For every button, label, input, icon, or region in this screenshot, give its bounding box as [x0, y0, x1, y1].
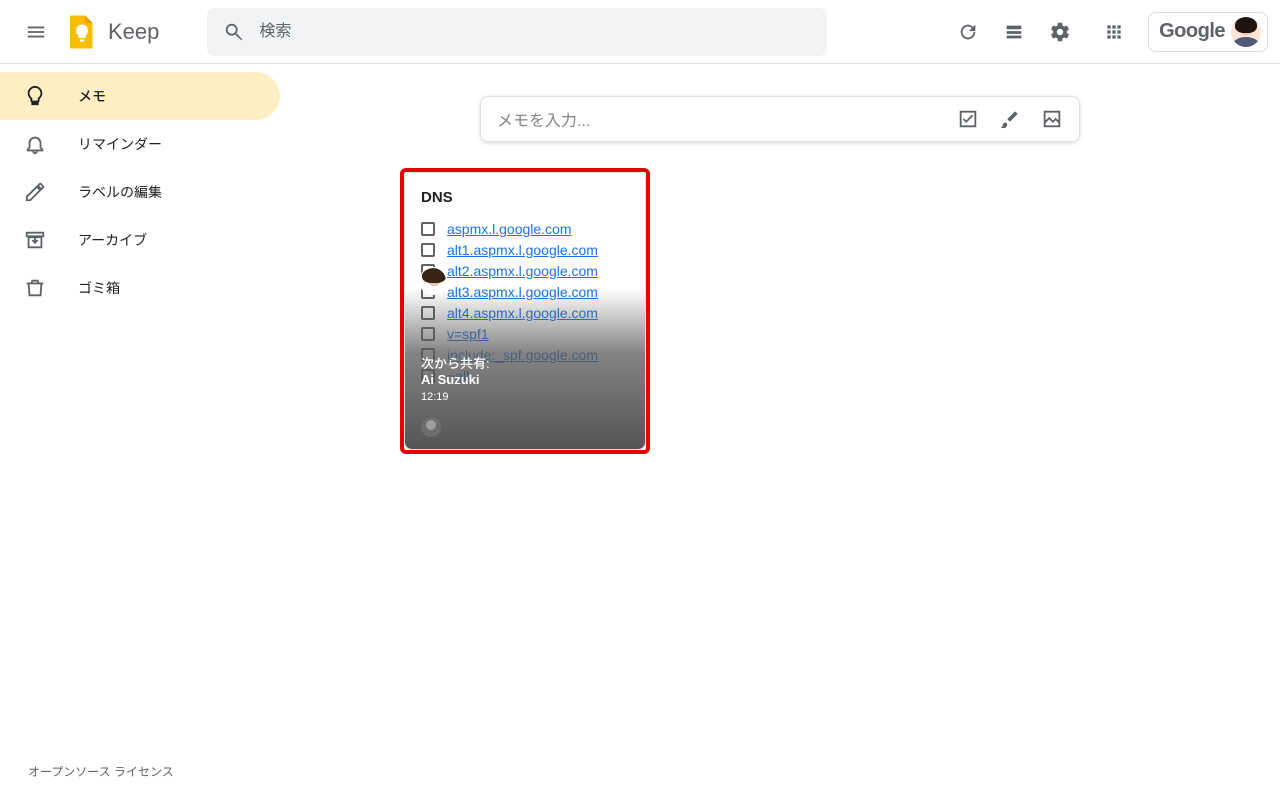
sidebar-item-label: ラベルの編集	[78, 182, 162, 202]
sidebar-item-archive[interactable]: アーカイブ	[0, 216, 280, 264]
settings-button[interactable]	[1040, 12, 1080, 52]
checkbox-icon[interactable]	[421, 306, 435, 320]
bell-icon	[24, 133, 46, 155]
search-icon	[223, 21, 245, 43]
open-source-licenses-link[interactable]: オープンソース ライセンス	[28, 763, 174, 780]
checklist-link[interactable]: alt2.aspmx.l.google.com	[447, 263, 598, 279]
pencil-icon	[24, 181, 46, 203]
checklist-item[interactable]: alt4.aspmx.l.google.com	[421, 305, 629, 321]
hamburger-icon	[25, 21, 47, 43]
app-header: Keep Google	[0, 0, 1280, 64]
sidebar-item-edit-labels[interactable]: ラベルの編集	[0, 168, 280, 216]
sidebar-item-notes[interactable]: メモ	[0, 72, 280, 120]
shared-by-avatar	[419, 267, 447, 295]
app-logo[interactable]: Keep	[64, 14, 159, 50]
apps-grid-icon	[1104, 22, 1124, 42]
sidebar-item-reminders[interactable]: リマインダー	[0, 120, 280, 168]
checklist-link[interactable]: alt3.aspmx.l.google.com	[447, 284, 598, 300]
google-apps-button[interactable]	[1094, 12, 1134, 52]
sidebar-item-label: アーカイブ	[78, 230, 147, 250]
app-name: Keep	[108, 19, 159, 45]
search-bar[interactable]	[207, 8, 827, 56]
collaborator-avatar	[421, 417, 441, 437]
checklist-item[interactable]: alt1.aspmx.l.google.com	[421, 242, 629, 258]
checkbox-icon[interactable]	[421, 243, 435, 257]
image-icon	[1041, 108, 1063, 130]
checkbox-icon[interactable]	[421, 222, 435, 236]
shared-time: 12:19	[421, 391, 629, 403]
checklist-item[interactable]: alt3.aspmx.l.google.com	[421, 284, 629, 300]
note-composer[interactable]: メモを入力...	[480, 96, 1080, 142]
google-logo-text: Google	[1159, 20, 1225, 43]
new-list-button[interactable]	[957, 108, 979, 130]
checklist-item[interactable]: alt2.aspmx.l.google.com	[421, 263, 629, 279]
sidebar-item-trash[interactable]: ゴミ箱	[0, 264, 280, 312]
gear-icon	[1049, 21, 1071, 43]
lightbulb-icon	[24, 85, 46, 107]
annotation-highlight-box: DNS aspmx.l.google.com alt1.aspmx.l.goog…	[400, 168, 650, 454]
main-area: メモを入力... DNS aspmx.l.google.com alt1.asp…	[280, 64, 1280, 800]
brush-icon	[999, 108, 1021, 130]
list-view-icon	[1003, 21, 1025, 43]
note-title: DNS	[405, 173, 645, 216]
refresh-button[interactable]	[948, 12, 988, 52]
checklist-link[interactable]: alt1.aspmx.l.google.com	[447, 242, 598, 258]
keep-logo-icon	[64, 14, 100, 50]
new-image-note-button[interactable]	[1041, 108, 1063, 130]
archive-icon	[24, 229, 46, 251]
header-actions: Google	[948, 12, 1268, 52]
checklist-link[interactable]: aspmx.l.google.com	[447, 221, 572, 237]
sidebar-item-label: メモ	[78, 86, 106, 106]
account-avatar	[1231, 17, 1261, 47]
main-menu-button[interactable]	[16, 12, 56, 52]
shared-by-name: Ai Suzuki	[421, 372, 629, 387]
shared-from-label: 次から共有:	[421, 353, 629, 372]
checklist-item[interactable]: aspmx.l.google.com	[421, 221, 629, 237]
trash-icon	[24, 277, 46, 299]
sidebar: メモ リマインダー ラベルの編集 アーカイブ ゴミ箱 オープンソース ライセンス	[0, 64, 280, 800]
note-shared-overlay: 次から共有: Ai Suzuki 12:19	[405, 339, 645, 449]
sidebar-item-label: ゴミ箱	[78, 278, 120, 298]
composer-placeholder: メモを入力...	[497, 107, 945, 131]
account-chip[interactable]: Google	[1148, 12, 1268, 52]
checklist-link[interactable]: alt4.aspmx.l.google.com	[447, 305, 598, 321]
sidebar-item-label: リマインダー	[78, 134, 162, 154]
search-input[interactable]	[257, 22, 811, 42]
list-view-button[interactable]	[994, 12, 1034, 52]
note-card[interactable]: DNS aspmx.l.google.com alt1.aspmx.l.goog…	[404, 172, 646, 450]
checkbox-icon	[957, 108, 979, 130]
composer-actions	[957, 108, 1063, 130]
new-drawing-button[interactable]	[999, 108, 1021, 130]
refresh-icon	[957, 21, 979, 43]
